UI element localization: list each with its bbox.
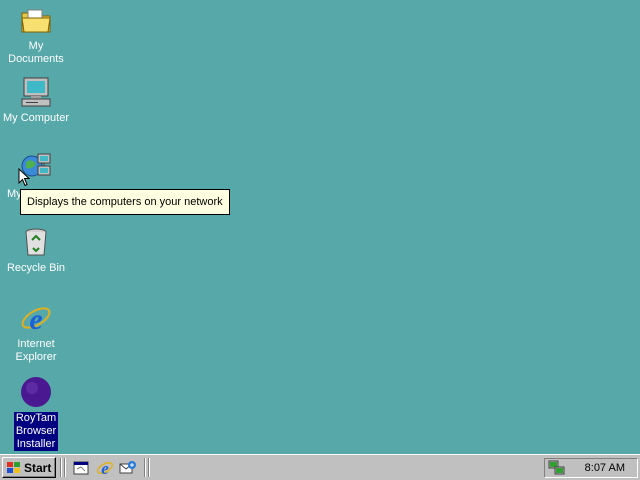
taskbar: Start e 8:07 AM xyxy=(0,454,640,480)
windows-logo-icon xyxy=(7,461,20,473)
network-connection-icon[interactable] xyxy=(548,460,566,476)
recycle-bin-icon xyxy=(20,226,52,258)
start-button[interactable]: Start xyxy=(2,457,56,478)
desktop-icon-internet-explorer[interactable]: e Internet Explorer xyxy=(0,302,72,364)
system-tray: 8:07 AM xyxy=(544,458,638,478)
svg-text:e: e xyxy=(101,459,109,477)
svg-text:e: e xyxy=(29,303,42,334)
desktop-icon-label: Recycle Bin xyxy=(6,262,66,274)
desktop-icon-my-documents[interactable]: My Documents xyxy=(0,4,72,66)
desktop-icon-label: Internet Explorer xyxy=(15,338,57,363)
taskbar-separator xyxy=(148,458,150,477)
computer-icon xyxy=(20,76,52,108)
desktop-icon-roytam-browser-installer[interactable]: RoyTam Browser Installer xyxy=(0,376,72,451)
clock[interactable]: 8:07 AM xyxy=(585,462,625,474)
taskbar-separator xyxy=(60,458,62,477)
folder-documents-icon xyxy=(20,4,52,36)
desktop-icon-label: My Documents xyxy=(8,40,64,65)
show-desktop-icon[interactable] xyxy=(72,459,90,477)
taskbar-separator xyxy=(144,458,146,477)
desktop-icon-recycle-bin[interactable]: Recycle Bin xyxy=(0,226,72,275)
desktop-icon-label: My Computer xyxy=(2,112,70,124)
start-label: Start xyxy=(24,460,52,475)
outlook-express-icon[interactable] xyxy=(119,459,137,477)
internet-explorer-icon[interactable]: e xyxy=(96,459,114,478)
taskbar-separator xyxy=(64,458,66,477)
desktop[interactable]: My Documents My Computer My Recycle Bin … xyxy=(0,0,640,454)
desktop-icon-label: RoyTam Browser Installer xyxy=(14,412,58,451)
mouse-cursor-icon xyxy=(18,167,31,190)
purple-circle-icon xyxy=(20,376,52,408)
tooltip: Displays the computers on your network xyxy=(20,189,230,215)
desktop-icon-my-computer[interactable]: My Computer xyxy=(0,76,72,125)
internet-explorer-icon: e xyxy=(20,302,52,334)
